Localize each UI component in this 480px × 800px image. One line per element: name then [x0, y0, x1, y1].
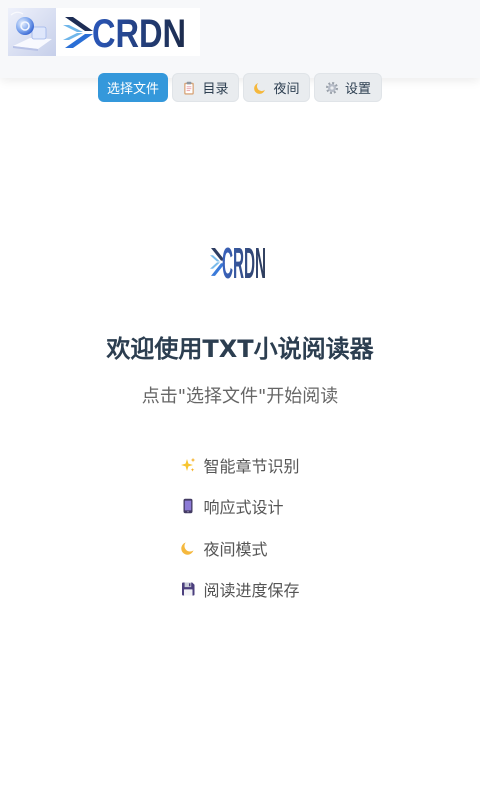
feature-label: 智能章节识别 [203, 456, 300, 476]
settings-label: 设置 [344, 82, 371, 97]
welcome-subtitle: 点击"选择文件"开始阅读 [141, 386, 339, 407]
sparkles-icon [180, 457, 196, 473]
toolbar: 选择文件 目录 夜间 设置 [0, 73, 480, 102]
feature-label: 阅读进度保存 [203, 581, 300, 601]
feature-label: 夜间模式 [203, 539, 268, 559]
sigma-swoosh-icon [63, 17, 93, 48]
choose-file-button[interactable]: 选择文件 [98, 73, 168, 102]
mobile-phone-icon [180, 498, 196, 514]
app-header: CRDN [0, 0, 480, 78]
app-logo-image[interactable] [8, 8, 56, 56]
feature-item: 智能章节识别 [180, 444, 300, 486]
moon-icon [180, 540, 196, 556]
feature-list: 智能章节识别 响应式设计 夜间模式 阅读进度保存 [0, 444, 480, 610]
night-mode-button[interactable]: 夜间 [243, 73, 310, 102]
feature-label: 响应式设计 [203, 498, 284, 518]
floppy-disk-icon [180, 581, 196, 597]
brand-logo[interactable]: CRDN [56, 8, 200, 56]
choose-file-label: 选择文件 [106, 82, 159, 97]
settings-button[interactable]: 设置 [314, 73, 382, 102]
feature-items: 智能章节识别 响应式设计 夜间模式 阅读进度保存 [180, 444, 300, 611]
welcome-title: 欢迎使用TXT小说阅读器 [106, 335, 374, 363]
clipboard-icon [182, 81, 196, 95]
toc-label: 目录 [202, 82, 229, 97]
feature-item: 阅读进度保存 [180, 569, 300, 611]
feature-item: 夜间模式 [180, 527, 299, 569]
welcome-screen: CRDN 欢迎使用TXT小说阅读器 点击"选择文件"开始阅读 智能章节识别 响应… [0, 0, 480, 800]
welcome-brand-wordmark: CRDN [222, 240, 266, 284]
moon-icon [253, 81, 267, 95]
night-mode-label: 夜间 [273, 82, 300, 97]
toc-button[interactable]: 目录 [172, 73, 239, 102]
welcome-logo: CRDN [210, 240, 266, 284]
gear-icon [325, 81, 339, 95]
brand-wordmark: CRDN [92, 12, 186, 56]
feature-item: 响应式设计 [180, 486, 299, 528]
